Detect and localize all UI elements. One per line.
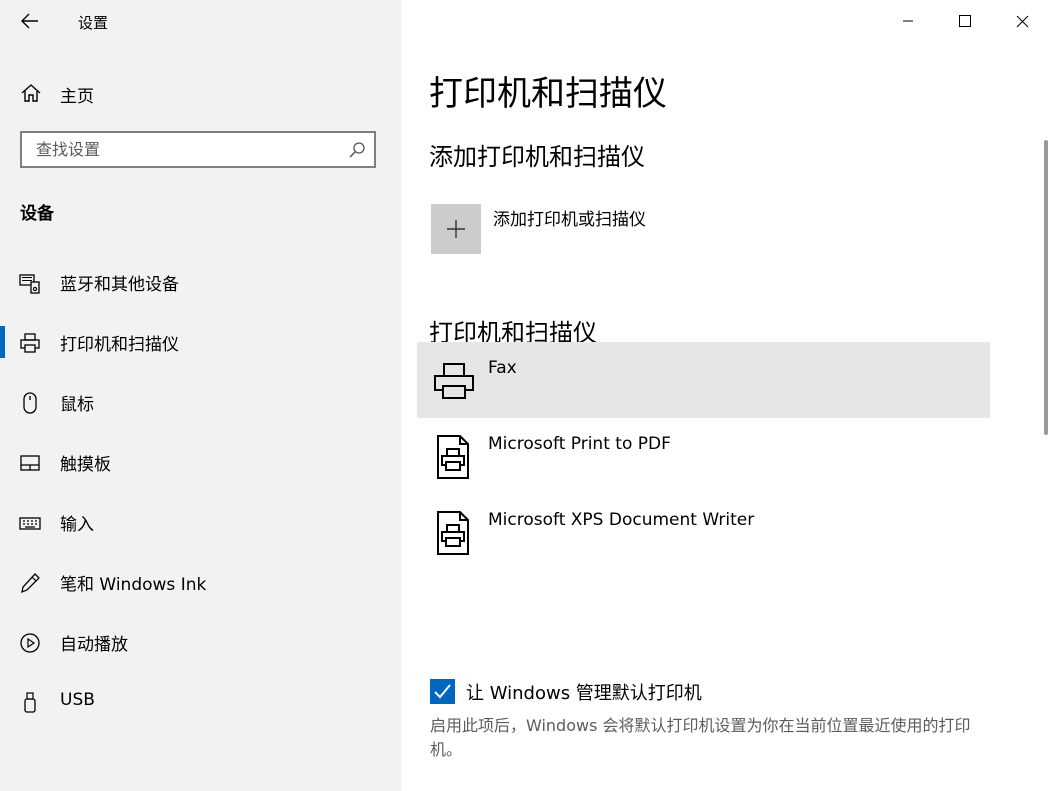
pen-icon [21,573,40,594]
search-input[interactable] [22,133,356,166]
printer-item-xps[interactable]: Microsoft XPS Document Writer [417,494,990,570]
document-printer-icon [437,511,469,555]
sidebar-item-touchpad[interactable]: 触摸板 [0,440,401,484]
sidebar-item-home[interactable]: 主页 [0,76,401,110]
sidebar: 设置 主页 设备 蓝牙和其他设备 打印机和扫描仪 [0,0,401,791]
sidebar-item-bluetooth[interactable]: 蓝牙和其他设备 [0,260,401,304]
sidebar-item-typing[interactable]: 输入 [0,500,401,544]
checkmark-icon [434,684,451,699]
printer-name: Microsoft XPS Document Writer [488,510,755,530]
app-title: 设置 [78,14,109,32]
add-section-title: 添加打印机和扫描仪 [429,143,645,171]
sidebar-item-printers[interactable]: 打印机和扫描仪 [0,320,401,364]
back-arrow-icon [21,13,38,29]
sidebar-item-label: 笔和 Windows Ink [60,575,207,595]
printer-name: Fax [488,358,517,378]
page-title: 打印机和扫描仪 [429,74,667,114]
keyboard-icon [19,517,41,530]
printer-name: Microsoft Print to PDF [488,434,671,454]
default-printer-label[interactable]: 让 Windows 管理默认打印机 [466,679,702,705]
home-label: 主页 [60,87,94,107]
sidebar-item-label: 鼠标 [60,395,94,415]
add-printer-button[interactable] [431,204,481,254]
sidebar-item-label: USB [60,690,95,710]
document-printer-icon [437,435,469,479]
maximize-icon [959,15,971,27]
sidebar-item-label: 打印机和扫描仪 [60,335,179,355]
sidebar-item-pen[interactable]: 笔和 Windows Ink [0,560,401,604]
sidebar-item-label: 输入 [60,515,94,535]
sidebar-item-label: 自动播放 [60,635,128,655]
sidebar-item-label: 触摸板 [60,455,111,475]
search-box[interactable] [20,131,376,168]
maximize-button[interactable] [937,0,993,42]
printer-item-fax[interactable]: Fax [417,342,990,418]
back-button[interactable] [14,6,46,36]
sidebar-item-mouse[interactable]: 鼠标 [0,380,401,424]
home-icon [21,84,41,102]
printer-item-pdf[interactable]: Microsoft Print to PDF [417,418,990,494]
default-printer-description: 启用此项后，Windows 会将默认打印机设置为你在当前位置最近使用的打印机。 [430,716,971,759]
minimize-button[interactable] [880,0,936,42]
minimize-icon [903,20,913,22]
active-indicator [0,326,5,358]
bluetooth-devices-icon [19,274,40,294]
close-button[interactable] [994,0,1050,42]
plus-icon [447,220,465,238]
touchpad-icon [20,455,40,471]
sidebar-item-label: 蓝牙和其他设备 [60,275,179,295]
close-icon [1016,15,1028,27]
autoplay-icon [20,633,40,653]
sidebar-item-autoplay[interactable]: 自动播放 [0,620,401,664]
add-printer-label[interactable]: 添加打印机或扫描仪 [493,205,646,230]
printer-icon [20,333,40,353]
section-title: 设备 [20,204,54,224]
mouse-icon [23,392,37,414]
sidebar-item-usb[interactable]: USB [0,680,401,724]
default-printer-checkbox[interactable] [430,679,455,704]
scrollbar-thumb[interactable] [1044,140,1048,435]
printer-icon [434,363,474,399]
search-icon[interactable] [348,141,366,159]
usb-icon [24,692,36,713]
